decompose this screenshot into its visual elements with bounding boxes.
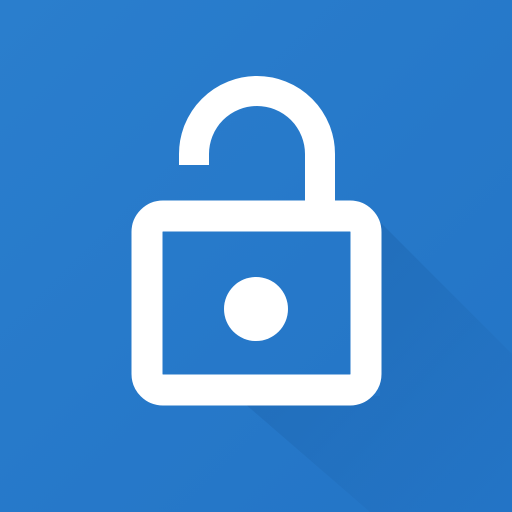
unlocked-padlock-icon bbox=[0, 0, 512, 512]
app-icon bbox=[0, 0, 512, 512]
padlock-keyhole bbox=[224, 277, 288, 341]
